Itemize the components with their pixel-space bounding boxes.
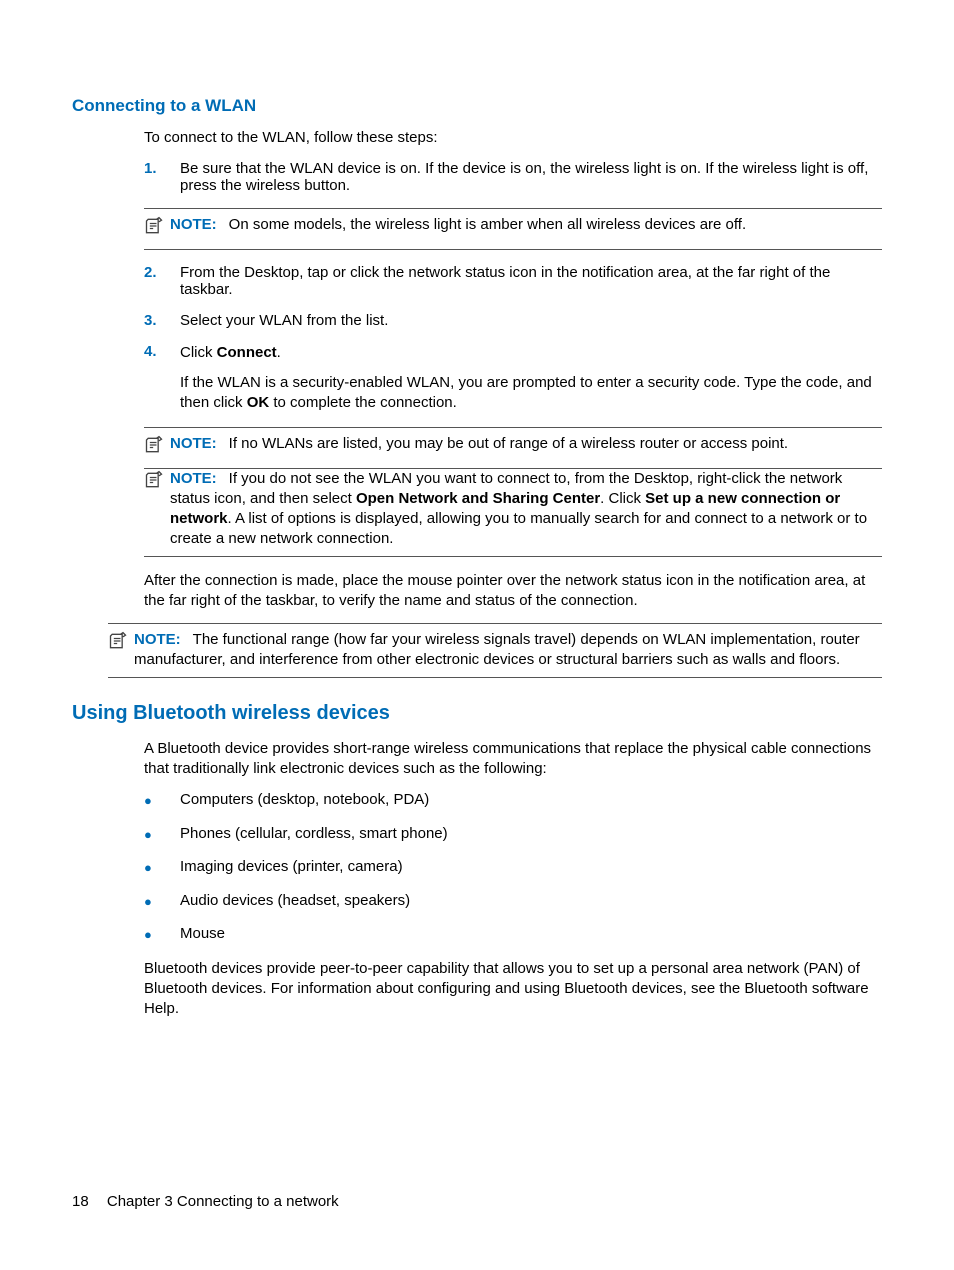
note-block: NOTE: If no WLANs are listed, you may be … bbox=[144, 427, 882, 468]
wlan-steps-list: 1. Be sure that the WLAN device is on. I… bbox=[144, 160, 882, 194]
list-item-text: Imaging devices (printer, camera) bbox=[180, 858, 882, 878]
note-body: NOTE:If you do not see the WLAN you want… bbox=[170, 469, 882, 550]
list-item: ● Computers (desktop, notebook, PDA) bbox=[144, 791, 882, 811]
list-item-text: Phones (cellular, cordless, smart phone) bbox=[180, 825, 882, 845]
step-number: 1. bbox=[144, 160, 180, 194]
list-item-text: Computers (desktop, notebook, PDA) bbox=[180, 791, 882, 811]
step-body: Be sure that the WLAN device is on. If t… bbox=[180, 160, 882, 194]
note-text: On some models, the wireless light is am… bbox=[229, 216, 746, 233]
bt-intro: A Bluetooth device provides short-range … bbox=[144, 739, 882, 780]
note-icon bbox=[144, 215, 170, 242]
note-label: NOTE: bbox=[170, 435, 217, 452]
step-body: From the Desktop, tap or click the netwo… bbox=[180, 264, 882, 298]
wlan-steps-list: 2. From the Desktop, tap or click the ne… bbox=[144, 264, 882, 414]
note-text: If no WLANs are listed, you may be out o… bbox=[229, 435, 788, 452]
list-item: ● Phones (cellular, cordless, smart phon… bbox=[144, 825, 882, 845]
note-label: NOTE: bbox=[170, 470, 217, 487]
list-item: ● Audio devices (headset, speakers) bbox=[144, 892, 882, 912]
list-item-text: Mouse bbox=[180, 925, 882, 945]
list-item-text: Audio devices (headset, speakers) bbox=[180, 892, 882, 912]
note-label: NOTE: bbox=[170, 216, 217, 233]
note-block: NOTE:If you do not see the WLAN you want… bbox=[144, 469, 882, 557]
note-body: NOTE:The functional range (how far your … bbox=[134, 630, 882, 671]
heading-connecting-wlan: Connecting to a WLAN bbox=[72, 96, 882, 116]
note-icon bbox=[108, 630, 134, 671]
note-block: NOTE:The functional range (how far your … bbox=[108, 623, 882, 678]
bullet-icon: ● bbox=[144, 892, 180, 912]
bt-bullet-list: ● Computers (desktop, notebook, PDA) ● P… bbox=[144, 791, 882, 945]
step-body: Click Connect. If the WLAN is a security… bbox=[180, 343, 882, 414]
step-number: 2. bbox=[144, 264, 180, 298]
step-number: 4. bbox=[144, 343, 180, 414]
list-item: ● Mouse bbox=[144, 925, 882, 945]
bullet-icon: ● bbox=[144, 791, 180, 811]
step-3: 3. Select your WLAN from the list. bbox=[144, 312, 882, 329]
bullet-icon: ● bbox=[144, 925, 180, 945]
wlan-intro: To connect to the WLAN, follow these ste… bbox=[144, 128, 882, 148]
chapter-label: Chapter 3 Connecting to a network bbox=[107, 1193, 339, 1210]
page-number: 18 bbox=[72, 1193, 89, 1210]
note-icon bbox=[144, 469, 170, 550]
note-block: NOTE: On some models, the wireless light … bbox=[144, 208, 882, 249]
step-4: 4. Click Connect. If the WLAN is a secur… bbox=[144, 343, 882, 414]
bullet-icon: ● bbox=[144, 825, 180, 845]
page-footer: 18 Chapter 3 Connecting to a network bbox=[72, 1193, 339, 1210]
bt-outro: Bluetooth devices provide peer-to-peer c… bbox=[144, 959, 882, 1020]
note-label: NOTE: bbox=[134, 631, 181, 648]
step-body: Select your WLAN from the list. bbox=[180, 312, 882, 329]
list-item: ● Imaging devices (printer, camera) bbox=[144, 858, 882, 878]
bullet-icon: ● bbox=[144, 858, 180, 878]
step-1: 1. Be sure that the WLAN device is on. I… bbox=[144, 160, 882, 194]
step-number: 3. bbox=[144, 312, 180, 329]
note-icon bbox=[144, 434, 170, 461]
note-text: The functional range (how far your wirel… bbox=[134, 631, 860, 668]
note-body: NOTE: On some models, the wireless light … bbox=[170, 215, 882, 242]
wlan-after-steps: After the connection is made, place the … bbox=[144, 571, 882, 612]
step-2: 2. From the Desktop, tap or click the ne… bbox=[144, 264, 882, 298]
heading-bluetooth: Using Bluetooth wireless devices bbox=[72, 702, 882, 725]
note-body: NOTE: If no WLANs are listed, you may be … bbox=[170, 434, 882, 461]
